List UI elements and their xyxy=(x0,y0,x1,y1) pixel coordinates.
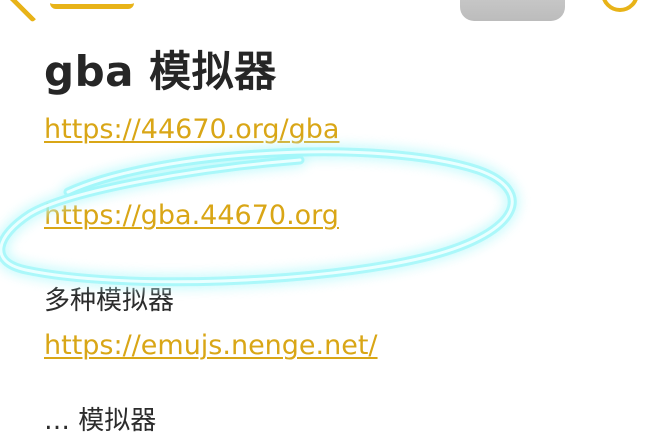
more-circle-icon[interactable] xyxy=(601,0,639,12)
top-toolbar xyxy=(0,0,669,26)
note-content: gba 模拟器 https://44670.org/gba https://gb… xyxy=(44,42,644,364)
link-44670-gba[interactable]: https://44670.org/gba xyxy=(44,112,644,148)
back-button-label-fragment[interactable] xyxy=(50,0,134,9)
link-gba-44670[interactable]: https://gba.44670.org xyxy=(44,198,644,234)
note-title: gba 模拟器 xyxy=(44,47,277,96)
note-screen: { "note": { "title": "gba 模拟器", "links":… xyxy=(0,0,669,436)
toolbar-button[interactable] xyxy=(460,0,565,21)
section-label-multi-emulators: 多种模拟器 xyxy=(44,286,175,316)
cutoff-line: … 模拟器 xyxy=(44,406,157,436)
link-emujs[interactable]: https://emujs.nenge.net/ xyxy=(44,328,644,364)
